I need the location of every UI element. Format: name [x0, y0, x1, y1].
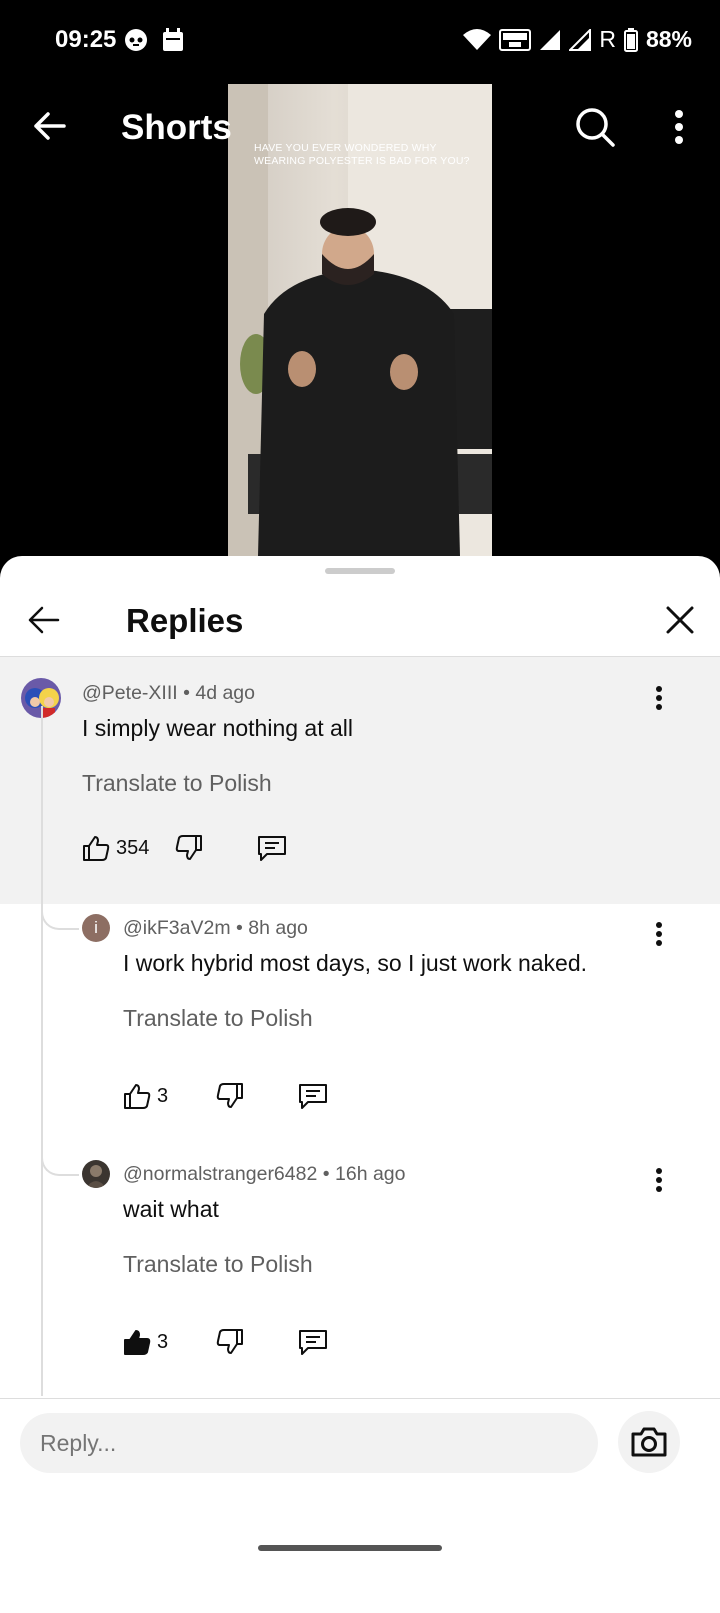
comment-text: I work hybrid most days, so I just work …	[123, 950, 588, 976]
sheet-title: Replies	[126, 602, 244, 639]
status-system-icons: R 88%	[463, 26, 692, 53]
page-title: Shorts	[121, 108, 232, 147]
battery-percent: 88%	[645, 26, 692, 52]
thumbs-down-icon	[176, 835, 203, 860]
camera-icon	[631, 1427, 667, 1457]
home-indicator[interactable]	[258, 1545, 442, 1551]
comment-age: 4d ago	[195, 682, 255, 704]
comment-meta: @ikF3aV2m • 8h ago	[123, 917, 308, 939]
comment-author[interactable]: @ikF3aV2m	[123, 917, 231, 939]
photo-avatar-icon	[82, 1160, 110, 1188]
wifi-icon	[463, 28, 492, 50]
comment-icon	[299, 1330, 328, 1355]
thumbs-up-icon	[83, 836, 110, 861]
reply-comment: i @ikF3aV2m • 8h ago I work hybrid most …	[0, 904, 720, 1150]
reply-input[interactable]	[20, 1413, 598, 1473]
back-arrow-icon[interactable]	[28, 104, 72, 148]
status-time: 09:25	[55, 26, 117, 53]
reply-button[interactable]	[298, 1082, 328, 1110]
thumbs-down-icon	[216, 1083, 244, 1108]
like-button[interactable]: 3	[123, 1082, 168, 1110]
volte-icon	[499, 28, 532, 51]
translate-link[interactable]: Translate to Polish	[123, 1005, 313, 1032]
comment-icon	[299, 1084, 328, 1109]
comment-options-icon[interactable]	[649, 1166, 669, 1194]
like-button-active[interactable]: 3	[123, 1328, 168, 1356]
thread-line	[41, 706, 43, 1396]
comment-author[interactable]: @Pete-XIII	[82, 682, 178, 704]
shorts-top-bar: Shorts	[0, 84, 720, 172]
like-count: 354	[116, 836, 150, 859]
camera-button[interactable]	[618, 1411, 680, 1473]
close-icon[interactable]	[662, 602, 698, 638]
reply-button[interactable]	[257, 834, 287, 862]
thumbs-up-icon	[124, 1084, 151, 1109]
thumbs-up-filled-icon	[124, 1330, 151, 1355]
roaming-label: R	[599, 26, 616, 52]
comment-icon	[258, 836, 287, 861]
sheet-drag-handle[interactable]	[325, 568, 395, 574]
battery-icon	[623, 27, 638, 52]
sheet-header: Replies	[0, 580, 720, 657]
gamepad-icon	[125, 29, 147, 51]
comment-meta: @Pete-XIII • 4d ago	[82, 682, 255, 704]
avatar[interactable]	[82, 1160, 110, 1188]
comment-actions: 3	[123, 1082, 328, 1110]
comment-age: 16h ago	[335, 1163, 406, 1185]
like-button[interactable]: 354	[82, 834, 149, 862]
comment-text: I simply wear nothing at all	[82, 715, 354, 741]
reply-bar	[0, 1398, 720, 1613]
comment-actions: 3	[123, 1328, 328, 1356]
like-count: 3	[157, 1084, 169, 1107]
like-count: 3	[157, 1330, 169, 1353]
status-notification-icons	[124, 28, 184, 52]
signal-icon	[540, 29, 561, 50]
comment-author[interactable]: @normalstranger6482	[123, 1163, 317, 1185]
comment-options-icon[interactable]	[649, 920, 669, 948]
more-options-icon[interactable]	[662, 104, 696, 150]
thumbs-down-icon	[216, 1329, 244, 1354]
calendar-icon	[163, 28, 183, 51]
avatar-letter: i	[94, 918, 98, 937]
reply-comment: @normalstranger6482 • 16h ago wait what …	[0, 1150, 720, 1396]
dislike-button[interactable]	[175, 834, 203, 862]
comment-options-icon[interactable]	[649, 684, 669, 712]
dislike-button[interactable]	[216, 1082, 244, 1110]
search-icon[interactable]	[572, 104, 618, 150]
reply-button[interactable]	[298, 1328, 328, 1356]
dislike-button[interactable]	[216, 1328, 244, 1356]
translate-link[interactable]: Translate to Polish	[123, 1251, 313, 1278]
avatar[interactable]: i	[82, 914, 110, 942]
signal-roaming-icon	[569, 28, 592, 51]
comment-age: 8h ago	[248, 917, 308, 939]
comment-actions: 354	[82, 834, 287, 862]
parent-comment: @Pete-XIII • 4d ago I simply wear nothin…	[0, 657, 720, 904]
comment-meta: @normalstranger6482 • 16h ago	[123, 1163, 406, 1185]
translate-link[interactable]: Translate to Polish	[82, 770, 272, 797]
back-arrow-icon[interactable]	[26, 602, 62, 638]
status-bar: 09:25 R 88%	[0, 0, 720, 80]
comment-text: wait what	[123, 1196, 219, 1222]
